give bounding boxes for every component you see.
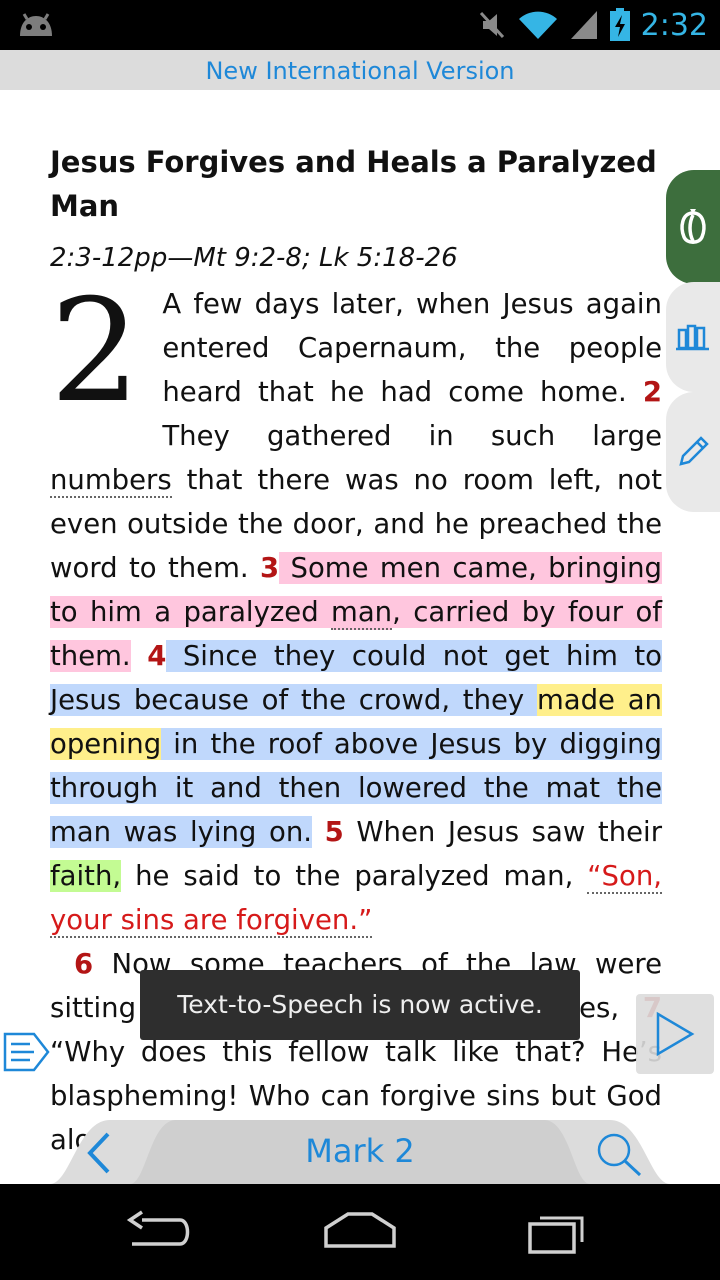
footnote-link-forgiven[interactable]: forgiven [236,904,349,936]
library-tab[interactable] [666,282,720,392]
recent-apps-icon[interactable] [526,1210,588,1254]
battery-charging-icon [609,8,630,41]
words-of-jesus-end: .” [349,904,373,936]
play-button[interactable] [636,994,714,1074]
footnote-link-numbers[interactable]: numbers [50,464,172,498]
back-icon[interactable] [124,1210,194,1250]
android-debug-icon [20,13,52,36]
pencil-icon [679,436,709,466]
verse-5-text-b[interactable]: he said to the paralyzed man, [121,860,587,892]
tts-list-icon[interactable] [2,1030,50,1074]
bible-version-button[interactable]: New International Version [0,50,720,90]
verse-number-6[interactable]: 6 [74,948,93,980]
home-icon[interactable] [322,1210,398,1250]
play-icon [656,1011,695,1057]
mute-icon [479,11,504,39]
cross-reference[interactable]: 2:3-12pp—Mt 9:2-8; Lk 5:18-26 [50,240,662,276]
chapter-number: 2 [50,269,141,434]
verse-5-text-a[interactable]: When Jesus saw their [344,816,662,848]
status-clock: 2:32 [640,7,708,43]
verse-5-highlight-green[interactable]: faith, [50,860,122,892]
toast-message: Text-to-Speech is now active. [140,970,580,1040]
footnote-link-man[interactable]: man [331,596,393,630]
status-bar: 2:32 [0,0,720,50]
verse-2-text-a[interactable]: They gathered in such large [162,420,662,452]
verse-number-2[interactable]: 2 [643,376,662,408]
signal-icon [570,11,597,39]
verse-1-text[interactable]: A few days later, when Jesus again enter… [162,288,662,408]
system-nav-bar [0,1184,720,1280]
chapter-nav-bar: Mark 2 [0,1120,720,1184]
commentary-tab[interactable] [666,170,720,284]
bean-icon [680,209,706,244]
section-heading: Jesus Forgives and Heals a Paralyzed Man [50,145,657,223]
search-icon[interactable] [594,1130,644,1178]
verse-number-4[interactable]: 4 [147,640,166,672]
notes-tab[interactable] [666,392,720,512]
chapter-selector[interactable]: Mark 2 [150,1132,570,1170]
verse-number-5[interactable]: 5 [325,816,344,848]
wifi-icon [518,11,557,39]
verse-number-3[interactable]: 3 [260,552,279,584]
previous-chapter-icon[interactable] [82,1130,116,1176]
books-icon [676,324,709,351]
